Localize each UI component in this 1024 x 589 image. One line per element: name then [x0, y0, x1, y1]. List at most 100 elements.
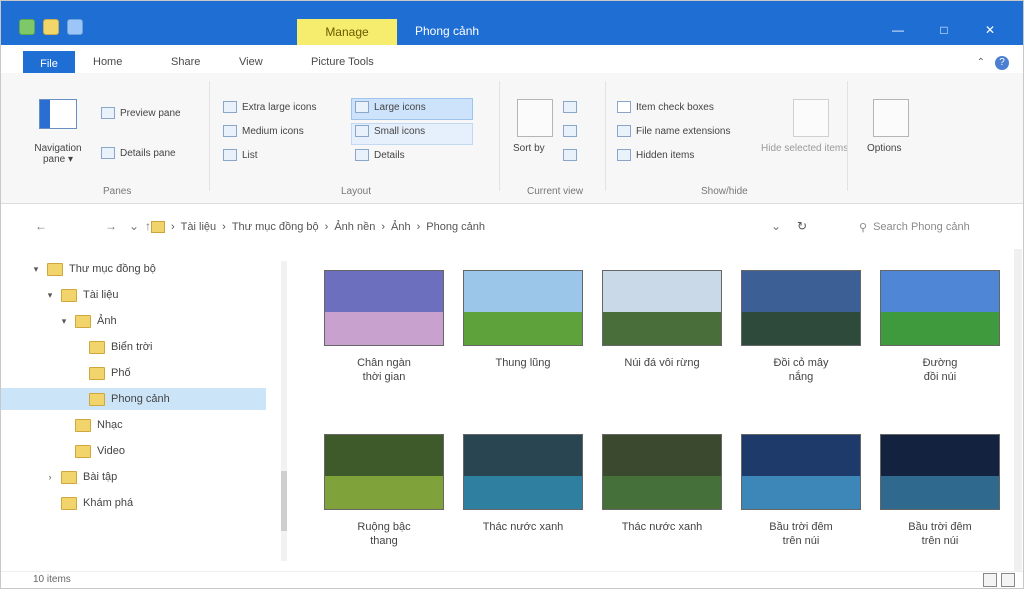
file-list-scrollbar[interactable]	[1014, 249, 1022, 571]
item-check-boxes-checkbox[interactable]: Item check boxes	[617, 101, 714, 113]
tree-item-label: Bài tập	[83, 471, 118, 483]
file-tile[interactable]: Bầu trời đêm trên núi	[875, 434, 1005, 548]
expand-chevron-icon[interactable]: ▾	[31, 264, 41, 275]
navigation-pane-button[interactable]: Navigation pane ▾	[23, 143, 93, 165]
breadcrumb-item[interactable]: Ảnh	[391, 221, 411, 233]
breadcrumb-separator-icon[interactable]: ›	[381, 221, 385, 233]
small-icons-button[interactable]: Small icons	[355, 125, 425, 137]
address-bar[interactable]: › Tài liệu › Thư mục đồng bộ › Ảnh nền › Ảnh › Ph…	[151, 215, 791, 239]
list-button[interactable]: List	[223, 149, 258, 161]
large-icons-button[interactable]: Large icons	[355, 101, 426, 113]
recent-locations-button[interactable]: ⌄	[129, 219, 139, 233]
address-dropdown-icon[interactable]: ⌄	[771, 219, 781, 233]
image-thumbnail[interactable]	[602, 434, 722, 510]
details-button[interactable]: Details	[355, 149, 405, 161]
thumbnail-ground	[325, 475, 443, 509]
file-tile[interactable]: Thung lũng	[458, 270, 588, 370]
tree-item[interactable]: Video	[59, 440, 125, 462]
breadcrumb-item[interactable]: Ảnh nền	[334, 221, 375, 233]
file-tile[interactable]: Thác nước xanh	[597, 434, 727, 534]
tab-view[interactable]: View	[239, 56, 263, 68]
large-icons-view-icon[interactable]	[1001, 573, 1015, 587]
extra-large-icons-button[interactable]: Extra large icons	[223, 101, 316, 113]
preview-pane-icon	[101, 107, 115, 119]
file-tile[interactable]: Đồi cỏ mây nắng	[736, 270, 866, 384]
sort-by-button[interactable]: Sort by	[513, 143, 545, 154]
options-icon[interactable]	[873, 99, 909, 137]
forward-button[interactable]: →	[105, 219, 117, 233]
help-icon[interactable]: ?	[995, 56, 1009, 70]
breadcrumb-separator-icon[interactable]: ›	[171, 221, 175, 233]
close-button[interactable]: ✕	[967, 19, 1013, 43]
tree-item[interactable]: ▾ Ảnh	[59, 310, 117, 332]
tree-item[interactable]: Khám phá	[45, 492, 133, 514]
image-thumbnail[interactable]	[741, 270, 861, 346]
undo-icon[interactable]	[67, 19, 83, 35]
properties-icon[interactable]	[19, 19, 35, 35]
collapse-ribbon-icon[interactable]: ⌃	[977, 57, 985, 68]
thumbnail-ground	[464, 475, 582, 509]
medium-icons-button[interactable]: Medium icons	[223, 125, 304, 137]
contextual-tab-manage[interactable]: Manage	[297, 19, 397, 45]
size-columns-icon[interactable]	[563, 149, 577, 161]
hide-selected-icon[interactable]	[793, 99, 829, 137]
search-box[interactable]: ⚲ Search Phong cảnh	[859, 215, 1015, 239]
breadcrumb-separator-icon[interactable]: ›	[417, 221, 421, 233]
tree-item[interactable]: Biển trời	[73, 336, 152, 358]
search-input[interactable]: Search Phong cảnh	[873, 221, 970, 233]
file-tile[interactable]: Núi đá vôi rừng	[597, 270, 727, 370]
image-thumbnail[interactable]	[324, 434, 444, 510]
expand-chevron-icon[interactable]: ▾	[45, 290, 55, 301]
sort-by-icon[interactable]	[517, 99, 553, 137]
image-thumbnail[interactable]	[741, 434, 861, 510]
tree-item[interactable]: Nhạc	[59, 414, 123, 436]
image-thumbnail[interactable]	[602, 270, 722, 346]
details-view-icon[interactable]	[983, 573, 997, 587]
minimize-button[interactable]: —	[875, 19, 921, 43]
breadcrumb-separator-icon[interactable]: ›	[222, 221, 226, 233]
tab-picture-tools[interactable]: Picture Tools	[311, 56, 374, 68]
preview-pane-button[interactable]: Preview pane	[101, 107, 181, 119]
file-name-extensions-checkbox[interactable]: File name extensions	[617, 125, 731, 137]
thumbnail-sky	[464, 271, 582, 312]
details-pane-button[interactable]: Details pane	[101, 147, 176, 159]
folder-icon	[61, 288, 77, 302]
file-tile[interactable]: Bầu trời đêm trên núi	[736, 434, 866, 548]
hide-selected-button[interactable]: Hide selected items	[761, 143, 848, 154]
back-button[interactable]: ←	[35, 219, 47, 233]
file-tile[interactable]: Ruộng bậc thang	[319, 434, 449, 548]
new-folder-icon[interactable]	[43, 19, 59, 35]
tab-home[interactable]: Home	[93, 56, 122, 68]
tree-item[interactable]: ▾ Thư mục đồng bộ	[31, 258, 156, 280]
group-by-icon[interactable]	[563, 101, 577, 113]
options-button[interactable]: Options	[867, 143, 901, 154]
tree-item-label: Tài liệu	[83, 289, 119, 301]
tab-share[interactable]: Share	[171, 56, 200, 68]
breadcrumb-item[interactable]: Tài liệu	[181, 221, 216, 233]
file-tile[interactable]: Chân ngàn thời gian	[319, 270, 449, 384]
image-thumbnail[interactable]	[463, 270, 583, 346]
navigation-pane-scrollbar[interactable]	[281, 261, 287, 561]
navigation-pane-icon[interactable]	[39, 99, 77, 129]
tree-item[interactable]: Phố	[73, 362, 131, 384]
breadcrumb-item[interactable]: Thư mục đồng bộ	[232, 221, 319, 233]
image-thumbnail[interactable]	[324, 270, 444, 346]
thumbnail-sky	[742, 435, 860, 476]
add-columns-icon[interactable]	[563, 125, 577, 137]
tree-item[interactable]: ▾ Tài liệu	[45, 284, 118, 306]
tree-item[interactable]: Phong cảnh	[1, 388, 266, 410]
maximize-button[interactable]: □	[921, 19, 967, 43]
breadcrumb-separator-icon[interactable]: ›	[325, 221, 329, 233]
hidden-items-checkbox[interactable]: Hidden items	[617, 149, 694, 161]
image-thumbnail[interactable]	[880, 434, 1000, 510]
image-thumbnail[interactable]	[880, 270, 1000, 346]
file-tile[interactable]: Đường đồi núi	[875, 270, 1005, 384]
file-tile[interactable]: Thác nước xanh	[458, 434, 588, 534]
expand-chevron-icon[interactable]: ▾	[59, 316, 69, 327]
refresh-icon[interactable]: ↻	[797, 219, 807, 233]
breadcrumb-item[interactable]: Phong cảnh	[426, 221, 485, 233]
tree-item[interactable]: › Bài tập	[45, 466, 117, 488]
expand-chevron-icon[interactable]: ›	[45, 472, 55, 482]
explorer-window: Manage Phong cảnh — □ ✕ File Home Share …	[0, 0, 1024, 589]
image-thumbnail[interactable]	[463, 434, 583, 510]
